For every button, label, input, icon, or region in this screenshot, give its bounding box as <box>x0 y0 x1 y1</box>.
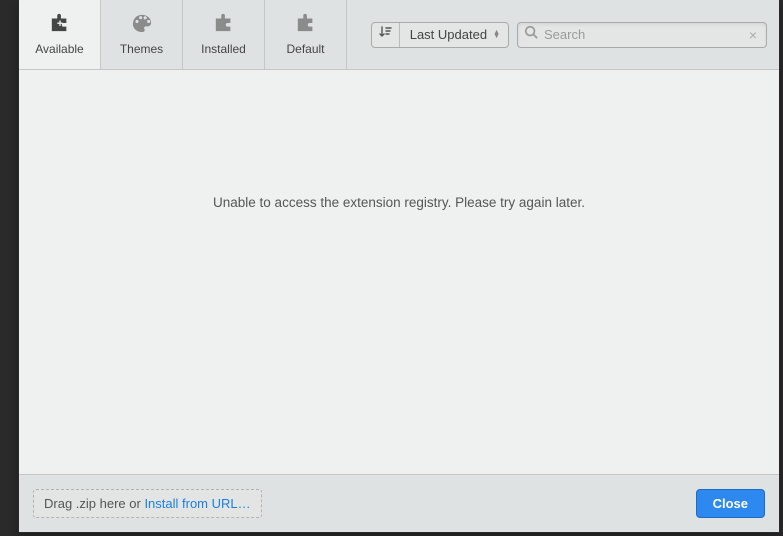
tab-label: Installed <box>201 42 246 56</box>
tab-label: Available <box>35 42 83 56</box>
error-message: Unable to access the extension registry.… <box>213 195 585 210</box>
sort-direction-button[interactable] <box>372 23 400 47</box>
close-button[interactable]: Close <box>696 489 765 518</box>
tab-available[interactable]: Available <box>19 0 101 69</box>
window-backdrop: Available Themes Installed <box>0 0 783 536</box>
footer: Drag .zip here or Install from URL… Clos… <box>19 474 779 532</box>
puzzle-icon <box>213 13 235 36</box>
search-field[interactable]: × <box>517 22 767 48</box>
tabs: Available Themes Installed <box>19 0 347 69</box>
drop-text: Drag .zip here or <box>44 496 144 511</box>
extension-manager-dialog: Available Themes Installed <box>18 0 780 533</box>
clear-search-button[interactable]: × <box>746 28 760 42</box>
install-from-url-link[interactable]: Install from URL… <box>144 496 250 511</box>
toolbar: Available Themes Installed <box>19 0 779 70</box>
updown-icon: ▲▼ <box>493 31 500 39</box>
tab-label: Themes <box>120 42 163 56</box>
sort-label: Last Updated <box>410 27 487 42</box>
search-icon <box>524 25 538 44</box>
tab-installed[interactable]: Installed <box>183 0 265 69</box>
tab-themes[interactable]: Themes <box>101 0 183 69</box>
drop-zone[interactable]: Drag .zip here or Install from URL… <box>33 489 262 518</box>
puzzle-plus-icon <box>49 13 71 36</box>
sort-group: Last Updated ▲▼ <box>371 22 509 48</box>
sort-icon <box>378 25 392 44</box>
sort-dropdown[interactable]: Last Updated ▲▼ <box>400 23 508 47</box>
puzzle-icon <box>295 13 317 36</box>
search-input[interactable] <box>544 27 740 42</box>
palette-icon <box>131 13 153 36</box>
content-area: Unable to access the extension registry.… <box>19 70 779 474</box>
tab-label: Default <box>286 42 324 56</box>
tab-default[interactable]: Default <box>265 0 347 69</box>
